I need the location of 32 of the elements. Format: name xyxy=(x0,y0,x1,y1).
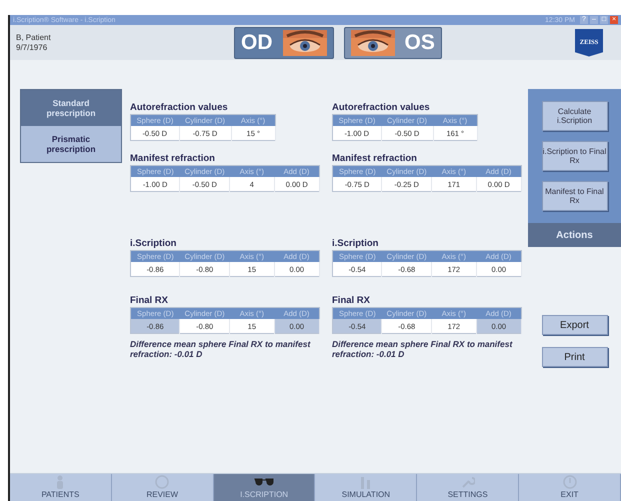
nav-tab[interactable]: SIMULATION xyxy=(315,474,418,501)
difference-note: Difference mean sphere Final RX to manifest refraction: -0.01 D xyxy=(332,339,514,360)
action-button[interactable]: Calculate i.Scription xyxy=(542,101,608,131)
action-button[interactable]: Export xyxy=(542,315,608,335)
actions-title: Actions xyxy=(528,223,621,247)
action-button[interactable]: Print xyxy=(542,347,608,367)
nav-tab[interactable]: SETTINGS xyxy=(417,474,520,501)
patient-name: B, Patient xyxy=(16,32,52,42)
difference-note: Difference mean sphere Final RX to manifest refraction: -0.01 D xyxy=(130,339,312,360)
section-title: Final RX xyxy=(332,295,370,306)
action-button[interactable]: Manifest to Final Rx xyxy=(542,181,608,211)
nav-tab[interactable]: I.SCRIPTION xyxy=(214,474,316,501)
prescription-tab[interactable]: Standard prescription xyxy=(21,90,121,126)
eye-toggle[interactable]: OS xyxy=(344,26,442,58)
birth-date: 9/7/1976 xyxy=(16,42,48,52)
nav-tab[interactable]: PATIENTS xyxy=(10,474,112,501)
section-title: Autorefraction values xyxy=(332,102,430,113)
glasses-icon xyxy=(254,478,274,486)
eye-toggle[interactable]: OD xyxy=(234,26,334,58)
nav-tab[interactable]: REVIEW xyxy=(112,474,214,501)
section-title: i.Scription xyxy=(130,238,176,249)
section-title: Autorefraction values xyxy=(130,102,228,113)
section-title: Final RX xyxy=(130,295,168,306)
action-button[interactable]: i.Scription to Final Rx xyxy=(542,141,608,171)
section-title: Manifest refraction xyxy=(332,153,417,164)
section-title: Manifest refraction xyxy=(130,153,215,164)
prescription-tab[interactable]: Prismatic prescription xyxy=(21,126,121,162)
nav-tab[interactable]: EXIT xyxy=(519,474,621,501)
person-icon xyxy=(57,476,64,489)
power-icon xyxy=(562,475,576,489)
globe-icon xyxy=(155,475,169,489)
section-title: i.Scription xyxy=(332,238,378,249)
